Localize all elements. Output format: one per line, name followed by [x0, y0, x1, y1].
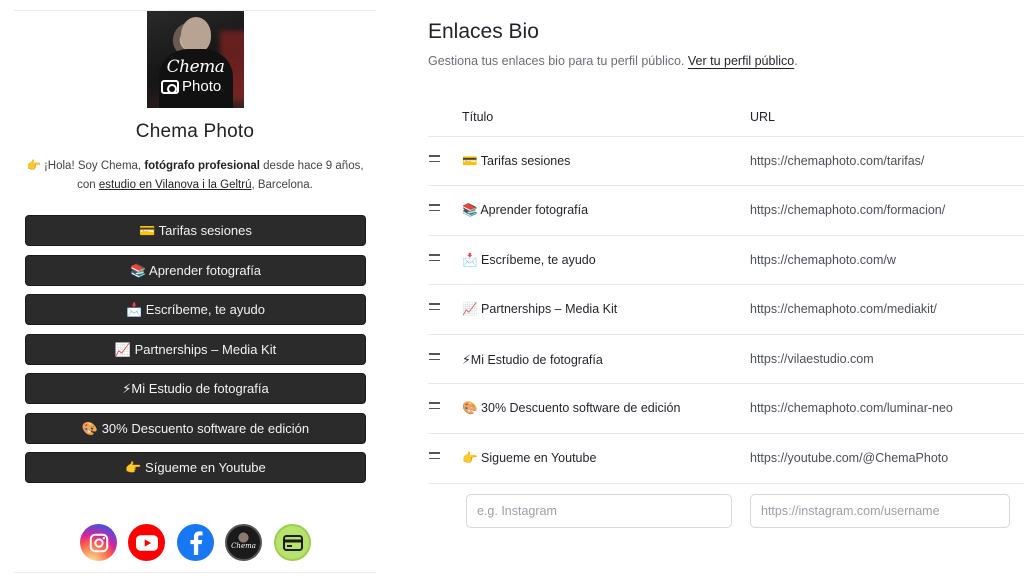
preview-link-button[interactable]: 📚 Aprender fotografía [25, 255, 366, 286]
page-title: Enlaces Bio [428, 20, 539, 43]
preview-link-button[interactable]: 📈 Partnerships – Media Kit [25, 334, 366, 365]
table-row: 📚 Aprender fotografía https://chemaphoto… [428, 185, 1024, 234]
bio-line-1: 👉 ¡Hola! Soy Chema, fotógrafo profesiona… [14, 157, 376, 176]
bio-studio-link[interactable]: estudio en Vilanova i la Geltrú [99, 179, 252, 191]
profile-name: Chema Photo [135, 121, 255, 142]
link-title[interactable]: 📚 Aprender fotografía [462, 203, 588, 218]
link-url[interactable]: https://youtube.com/@ChemaPhoto [750, 451, 948, 465]
camera-icon [161, 79, 179, 94]
facebook-icon[interactable] [177, 524, 214, 561]
view-public-profile-link[interactable]: Ver tu perfil público [688, 54, 794, 68]
profile-bio: 👉 ¡Hola! Soy Chema, fotógrafo profesiona… [14, 157, 376, 195]
social-links: Chema [14, 524, 376, 564]
bio-text: desde hace 9 años, [259, 160, 364, 172]
avatar-logo-title: Chema [166, 57, 225, 77]
table-row: 📈 Partnerships – Media Kit https://chema… [428, 284, 1024, 333]
avatar-logo-sub-text: Photo [182, 78, 222, 95]
table-row: 💳 Tarifas sesiones https://chemaphoto.co… [428, 136, 1024, 185]
divider [14, 572, 376, 573]
drag-handle-icon[interactable] [429, 452, 440, 462]
preview-link-button[interactable]: 📩 Escríbeme, te ayudo [25, 294, 366, 325]
drag-handle-icon[interactable] [429, 402, 440, 412]
preview-link-button[interactable]: 💳 Tarifas sesiones [25, 215, 366, 246]
link-title[interactable]: 👉 Sigueme en Youtube [462, 451, 596, 466]
link-url[interactable]: https://chemaphoto.com/tarifas/ [750, 154, 924, 168]
page-subtitle: Gestiona tus enlaces bio para tu perfil … [428, 54, 798, 68]
drag-handle-icon[interactable] [429, 254, 440, 264]
drag-handle-icon[interactable] [429, 155, 440, 165]
bio-text: con [77, 179, 99, 191]
drag-handle-icon[interactable] [429, 204, 440, 214]
link-url[interactable]: https://chemaphoto.com/luminar-neo [750, 401, 953, 415]
profile-avatar: Chema Photo [147, 11, 244, 108]
link-title[interactable]: ⚡Mi Estudio de fotografía [462, 352, 603, 367]
bio-bold-text: fotógrafo profesional [144, 160, 260, 172]
preview-link-button[interactable]: 🎨 30% Descuento software de edición [25, 413, 366, 444]
column-header-url: URL [750, 110, 776, 124]
link-url[interactable]: https://chemaphoto.com/w [750, 253, 896, 267]
drag-handle-icon[interactable] [429, 353, 440, 363]
link-title[interactable]: 📈 Partnerships – Media Kit [462, 302, 617, 317]
link-url[interactable]: https://vilaestudio.com [750, 352, 874, 366]
bio-line-2: con estudio en Vilanova i la Geltrú, Bar… [14, 176, 376, 195]
new-link-url-input[interactable] [750, 494, 1010, 528]
youtube-icon[interactable] [128, 524, 165, 561]
avatar-logo-sub: Photo [161, 78, 221, 95]
divider [428, 483, 1024, 484]
table-row: 📩 Escríbeme, te ayudo https://chemaphoto… [428, 235, 1024, 284]
profile-preview: Chema Photo Chema Photo 👉 ¡Hola! Soy Che… [14, 0, 376, 576]
link-title[interactable]: 🎨 30% Descuento software de edición [462, 401, 680, 416]
link-url[interactable]: https://chemaphoto.com/formacion/ [750, 203, 945, 217]
link-url[interactable]: https://chemaphoto.com/mediakit/ [750, 302, 937, 316]
bio-text: 👉 ¡Hola! Soy Chema, [26, 160, 145, 172]
table-row: 👉 Sigueme en Youtube https://youtube.com… [428, 433, 1024, 482]
table-row: 🎨 30% Descuento software de edición http… [428, 383, 1024, 432]
drag-handle-icon[interactable] [429, 303, 440, 313]
page-subtitle-end: . [794, 54, 798, 68]
page-subtitle-text: Gestiona tus enlaces bio para tu perfil … [428, 54, 685, 68]
link-title[interactable]: 💳 Tarifas sesiones [462, 154, 570, 169]
table-row: ⚡Mi Estudio de fotografía https://vilaes… [428, 334, 1024, 383]
preview-link-button[interactable]: 👉 Sígueme en Youtube [25, 452, 366, 483]
link-title[interactable]: 📩 Escríbeme, te ayudo [462, 253, 596, 268]
new-link-title-input[interactable] [466, 494, 732, 528]
instagram-icon[interactable] [80, 524, 117, 561]
preview-link-button[interactable]: ⚡Mi Estudio de fotografía [25, 373, 366, 404]
bio-text: , Barcelona. [251, 179, 313, 191]
card-icon[interactable] [274, 524, 311, 561]
chema-photo-avatar-icon[interactable]: Chema [225, 524, 262, 561]
column-header-title: Título [462, 110, 494, 124]
